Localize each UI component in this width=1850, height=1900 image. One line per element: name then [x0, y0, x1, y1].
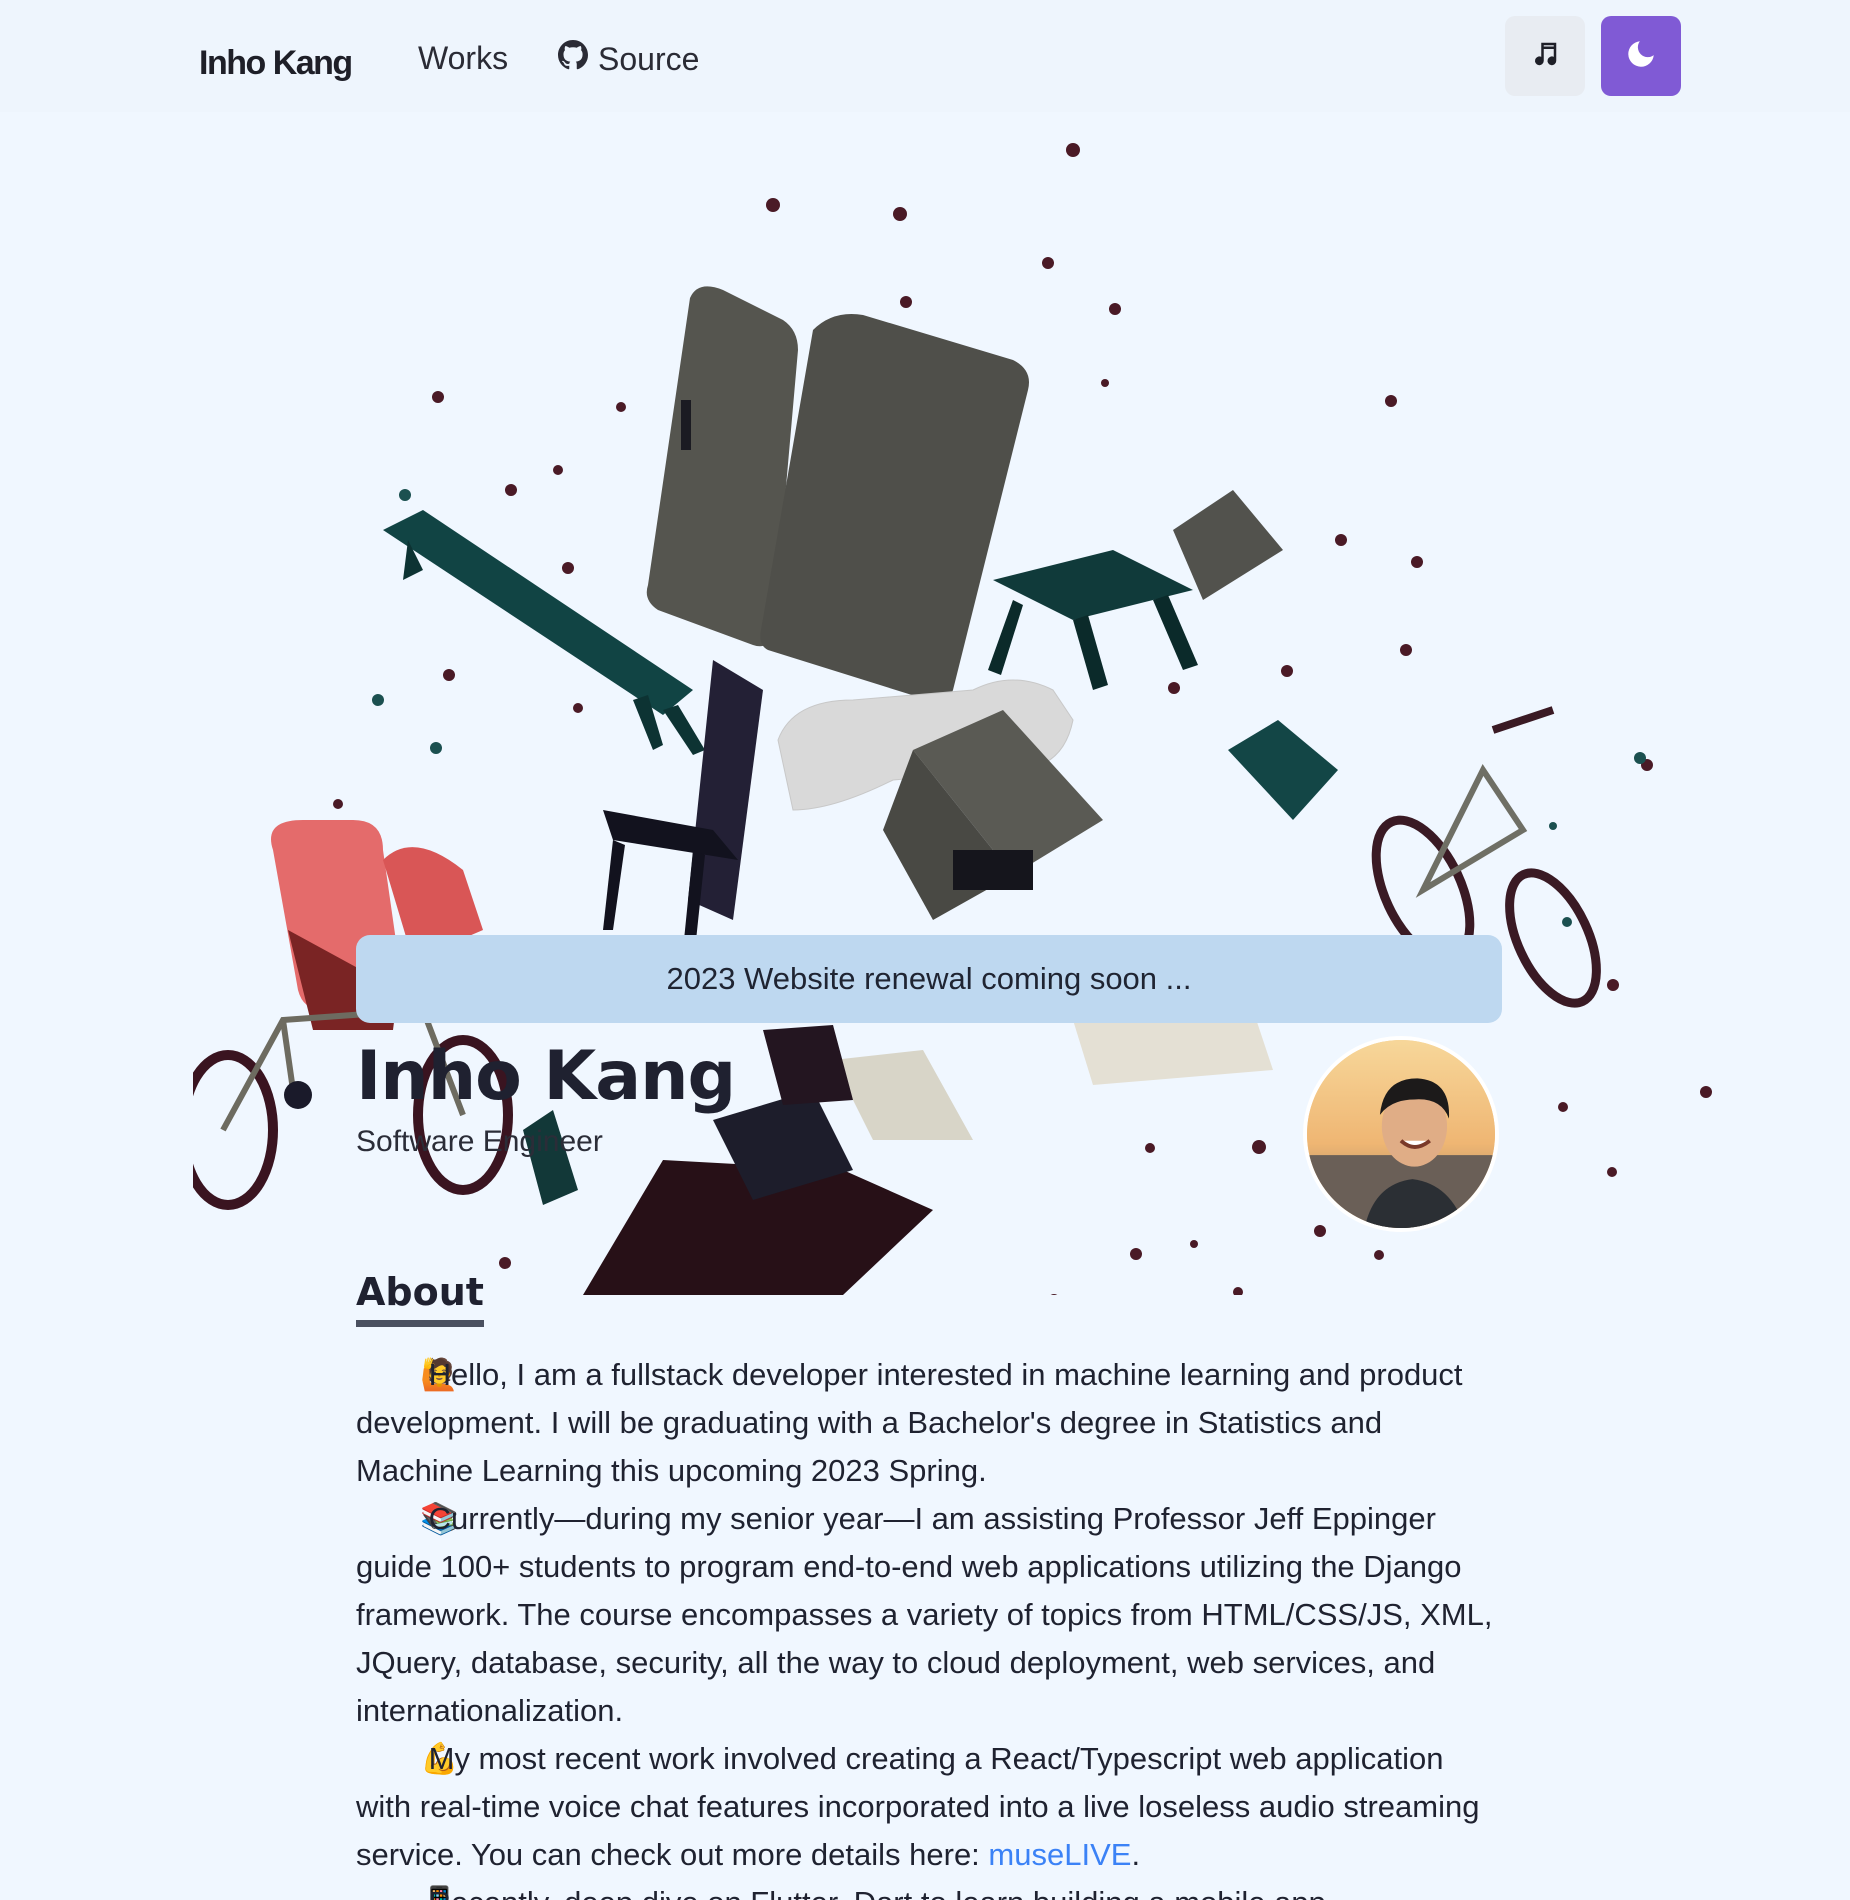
about-paragraph-text: Currently—during my senior year—I am ass… [356, 1501, 1493, 1728]
wardrobe-shape [646, 286, 1029, 702]
chair-shape [603, 660, 763, 950]
about-paragraph-text: Hello, I am a fullstack developer intere… [356, 1357, 1463, 1488]
mobile-phone-icon: 📱 [388, 1879, 459, 1900]
profile-name: Inho Kang [356, 1037, 736, 1116]
site-logo[interactable]: Inho Kang [199, 44, 353, 83]
about-paragraph: 📚 Currently—during my senior year—I am a… [356, 1495, 1504, 1735]
about-paragraph: 🙋 Hello, I am a fullstack developer inte… [356, 1351, 1504, 1495]
about-text: 🙋 Hello, I am a fullstack developer inte… [356, 1351, 1504, 1900]
avatar [1303, 1036, 1499, 1232]
announcement-banner: 2023 Website renewal coming soon ... [356, 935, 1502, 1023]
muselive-link[interactable]: museLIVE [988, 1837, 1131, 1872]
about-paragraph: 📱 Recently, deep dive on Flutter, Dart t… [356, 1879, 1504, 1900]
box-shape [1228, 720, 1338, 820]
moon-icon [1624, 37, 1658, 75]
profile-title: Software Engineer [356, 1125, 603, 1158]
nav-works-link[interactable]: Works [418, 40, 508, 77]
about-paragraph-text: Recently, deep dive on Flutter, Dart to … [429, 1885, 1326, 1900]
top-navbar: Inho Kang Works Source [0, 0, 1850, 112]
about-paragraph-text: My most recent work involved creating a … [356, 1741, 1480, 1872]
flexed-biceps-icon: 💪 [420, 1741, 459, 1776]
music-note-icon [1530, 39, 1560, 73]
about-paragraph-suffix: . [1131, 1837, 1141, 1872]
nav-source-link[interactable]: Source [558, 40, 699, 78]
books-icon: 📚 [420, 1501, 459, 1536]
table-shape [988, 490, 1283, 690]
about-heading: About [356, 1270, 484, 1327]
theme-toggle-button[interactable] [1601, 16, 1681, 96]
music-toggle-button[interactable] [1505, 16, 1585, 96]
nav-source-label: Source [598, 40, 700, 77]
about-paragraph: 💪 My most recent work involved creating … [356, 1735, 1504, 1879]
github-icon [558, 40, 588, 78]
raising-hand-icon: 🙋 [420, 1357, 459, 1392]
